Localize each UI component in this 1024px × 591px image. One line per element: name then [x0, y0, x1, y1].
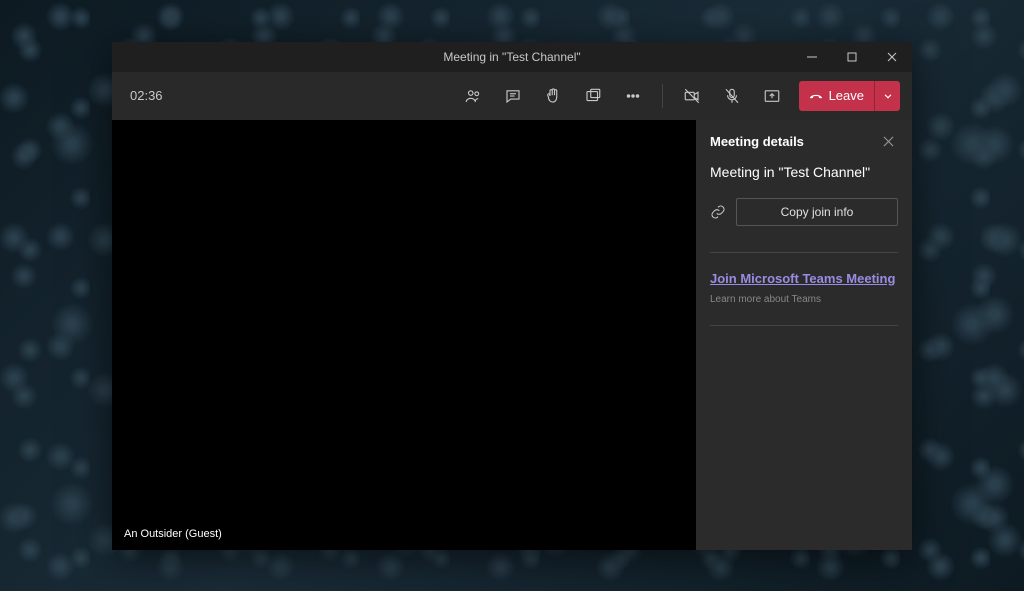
participant-name-label: An Outsider (Guest)	[124, 528, 222, 540]
meeting-name: Meeting in "Test Channel"	[710, 164, 898, 180]
meeting-body: An Outsider (Guest) Meeting details Meet…	[112, 120, 912, 550]
copy-join-info-button[interactable]: Copy join info	[736, 198, 898, 226]
minimize-icon	[807, 52, 817, 62]
chevron-down-icon	[881, 89, 895, 103]
teams-meeting-window: Meeting in "Test Channel" 02:36	[112, 42, 912, 550]
close-icon	[883, 136, 894, 147]
video-stage: An Outsider (Guest)	[112, 120, 696, 550]
mic-off-icon	[723, 87, 741, 105]
camera-off-icon	[683, 87, 701, 105]
more-actions-button[interactable]	[616, 79, 650, 113]
divider	[710, 252, 898, 253]
window-controls	[792, 42, 912, 72]
breakout-rooms-button[interactable]	[576, 79, 610, 113]
close-icon	[887, 52, 897, 62]
learn-more-link[interactable]: Learn more about Teams	[710, 294, 898, 305]
close-window-button[interactable]	[872, 42, 912, 72]
copy-join-row: Copy join info	[710, 198, 898, 226]
more-icon	[624, 87, 642, 105]
panel-header: Meeting details	[710, 120, 898, 164]
raise-hand-icon	[544, 87, 562, 105]
link-icon	[710, 204, 726, 220]
chat-icon	[504, 87, 522, 105]
leave-button-main[interactable]: Leave	[799, 81, 874, 111]
minimize-button[interactable]	[792, 42, 832, 72]
rooms-icon	[584, 87, 602, 105]
maximize-button[interactable]	[832, 42, 872, 72]
chat-button[interactable]	[496, 79, 530, 113]
panel-title: Meeting details	[710, 134, 804, 149]
hangup-icon	[809, 89, 823, 103]
share-screen-button[interactable]	[755, 79, 789, 113]
toolbar-separator	[662, 84, 663, 108]
raise-hand-button[interactable]	[536, 79, 570, 113]
share-icon	[763, 87, 781, 105]
leave-label: Leave	[829, 88, 864, 103]
leave-button[interactable]: Leave	[799, 81, 900, 111]
camera-toggle-button[interactable]	[675, 79, 709, 113]
join-teams-meeting-link[interactable]: Join Microsoft Teams Meeting	[710, 271, 898, 286]
people-button[interactable]	[456, 79, 490, 113]
call-timer: 02:36	[130, 88, 163, 103]
divider	[710, 325, 898, 326]
maximize-icon	[847, 52, 857, 62]
mic-toggle-button[interactable]	[715, 79, 749, 113]
leave-caret-button[interactable]	[874, 81, 900, 111]
title-bar: Meeting in "Test Channel"	[112, 42, 912, 72]
meeting-details-panel: Meeting details Meeting in "Test Channel…	[696, 120, 912, 550]
window-title: Meeting in "Test Channel"	[443, 50, 580, 64]
close-panel-button[interactable]	[878, 132, 898, 152]
meeting-toolbar: 02:36 Leave	[112, 72, 912, 120]
people-icon	[464, 87, 482, 105]
